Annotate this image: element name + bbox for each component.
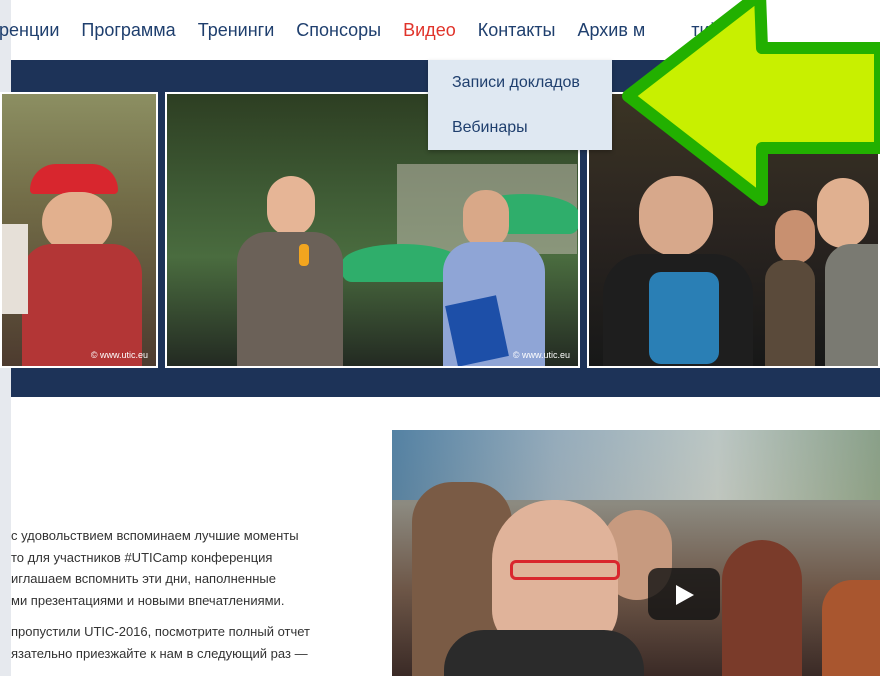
host-face [463, 190, 509, 248]
dropdown-item-webinars[interactable]: Вебинары [428, 105, 612, 150]
face [42, 192, 112, 252]
article-line: пропустили UTIC-2016, посмотрите полный … [11, 624, 311, 639]
top-navigation-bar: ренции Программа Тренинги Спонсоры Видео… [0, 0, 880, 60]
bearded-man-face [817, 178, 869, 248]
plaid-shirt [22, 244, 142, 366]
nav-item-sponsors[interactable]: Спонсоры [296, 20, 381, 41]
crowd-person-edge [822, 580, 880, 676]
nav-item-trainings[interactable]: Тренинги [198, 20, 275, 41]
banner-photo-3 [587, 92, 880, 368]
photo-watermark: © www.utic.eu [512, 350, 570, 360]
bald-man-head [639, 176, 713, 256]
dropdown-item-talk-recordings[interactable]: Записи докладов [428, 60, 612, 105]
woman-body [765, 260, 815, 366]
play-button[interactable] [648, 568, 720, 620]
article-line: с удовольствием вспоминаем лучшие момент… [11, 528, 299, 543]
blue-backpack [649, 272, 719, 364]
bald-man-jacket [444, 630, 644, 676]
nav-item-archive[interactable]: Архив м тий [577, 20, 719, 41]
play-icon [676, 585, 694, 605]
article-line: язательно приезжайте к нам в следующий р… [11, 645, 308, 661]
crowd-person-right [722, 540, 802, 676]
microphone [299, 244, 309, 266]
main-nav: ренции Программа Тренинги Спонсоры Видео… [0, 10, 720, 50]
speaker-face [267, 176, 315, 236]
banner-photo-1: © www.utic.eu [0, 92, 158, 368]
photo-watermark: © www.utic.eu [90, 350, 148, 360]
speaker-grey-shirt [237, 232, 343, 366]
article-line: ми презентациями и новыми впечатлениями. [11, 592, 285, 608]
woman-face [775, 210, 815, 264]
article-line: иглашаем вспомнить эти дни, наполненные [11, 571, 276, 586]
red-glasses [510, 560, 620, 580]
red-cap [30, 164, 118, 194]
bearded-man-shirt [825, 244, 878, 366]
nav-item-program[interactable]: Программа [81, 20, 175, 41]
article-line: то для участников #UTICamp конференция [11, 549, 273, 565]
video-dropdown-menu: Записи докладов Вебинары [428, 60, 612, 150]
nav-item-contacts[interactable]: Контакты [478, 20, 556, 41]
nav-item-conferences[interactable]: ренции [0, 20, 59, 41]
article-text: с удовольствием вспоминаем лучшие момент… [11, 525, 381, 664]
checkered-cloth [2, 224, 28, 314]
nav-item-video[interactable]: Видео [403, 20, 456, 41]
video-player[interactable] [392, 430, 880, 676]
